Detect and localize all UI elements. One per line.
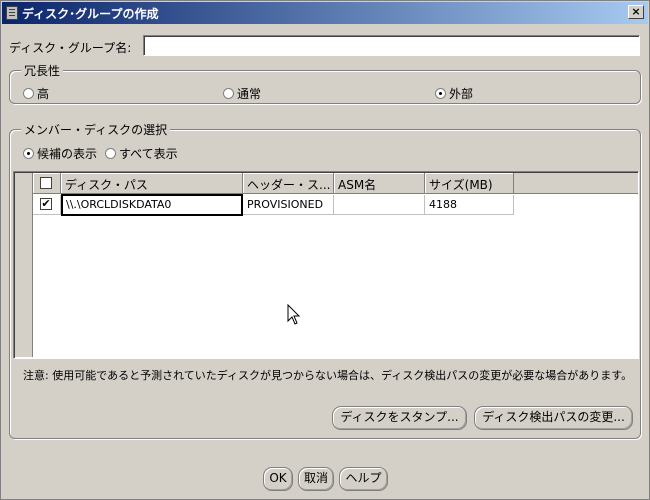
row-select-cell[interactable]: ✔ xyxy=(33,195,61,215)
column-size-mb[interactable]: サイズ(MB) xyxy=(425,173,514,194)
row-checkbox[interactable]: ✔ xyxy=(40,198,52,210)
radio-icon xyxy=(23,88,34,99)
select-all-header[interactable] xyxy=(33,173,61,194)
radio-icon xyxy=(223,88,234,99)
disk-group-name-label: ディスク・グループ名: xyxy=(9,41,132,55)
radio-icon xyxy=(105,148,116,159)
redundancy-normal-label: 通常 xyxy=(237,87,262,101)
mouse-cursor-icon xyxy=(287,304,301,325)
column-disk-path[interactable]: ディスク・パス xyxy=(61,173,243,194)
title-bar[interactable]: ディスク･グループの作成 × xyxy=(2,2,648,24)
disk-table[interactable]: ディスク・パス ヘッダー・ス... ASM名 サイズ(MB) ✔ \\.\ORC… xyxy=(13,171,639,359)
show-candidates-radio[interactable]: 候補の表示 xyxy=(23,145,97,162)
redundancy-normal-radio[interactable]: 通常 xyxy=(223,85,261,102)
row-header-column xyxy=(15,173,33,357)
row-size-mb[interactable]: 4188 xyxy=(425,195,514,215)
help-button[interactable]: ヘルプ xyxy=(339,467,388,491)
cancel-button[interactable]: 取消 xyxy=(298,467,334,491)
column-header-status[interactable]: ヘッダー・ス... xyxy=(243,173,334,194)
redundancy-group xyxy=(9,70,641,104)
radio-selected-icon xyxy=(23,148,34,159)
column-asm-name[interactable]: ASM名 xyxy=(334,173,425,194)
radio-selected-icon xyxy=(435,88,446,99)
redundancy-high-label: 高 xyxy=(37,87,50,101)
stamp-disk-button[interactable]: ディスクをスタンプ... xyxy=(332,406,467,430)
dialog-title: ディスク･グループの作成 xyxy=(22,7,159,21)
disk-group-name-input[interactable] xyxy=(143,35,640,56)
row-disk-path[interactable]: \\.\ORCLDISKDATA0 xyxy=(61,194,243,216)
change-discovery-path-button[interactable]: ディスク検出パスの変更... xyxy=(474,406,633,430)
detection-note: 注意: 使用可能であると予測されていたディスクが見つからない場合は、ディスク検出… xyxy=(23,369,633,382)
show-all-radio[interactable]: すべて表示 xyxy=(105,145,178,162)
redundancy-external-radio[interactable]: 外部 xyxy=(435,85,473,102)
ok-button[interactable]: OK xyxy=(263,467,293,491)
app-icon xyxy=(6,6,18,20)
redundancy-external-label: 外部 xyxy=(449,87,474,101)
select-all-checkbox[interactable] xyxy=(40,177,52,189)
redundancy-high-radio[interactable]: 高 xyxy=(23,85,49,102)
create-disk-group-dialog: ディスク･グループの作成 × ディスク・グループ名: 冗長性 高 通常 外部 メ… xyxy=(0,0,650,500)
show-candidates-label: 候補の表示 xyxy=(37,147,98,161)
close-button[interactable]: × xyxy=(628,5,644,19)
member-disk-title: メンバー・ディスクの選択 xyxy=(21,121,171,138)
row-header-status[interactable]: PROVISIONED xyxy=(243,195,334,215)
row-asm-name[interactable] xyxy=(334,195,425,215)
redundancy-title: 冗長性 xyxy=(21,62,64,79)
show-all-label: すべて表示 xyxy=(119,147,178,161)
